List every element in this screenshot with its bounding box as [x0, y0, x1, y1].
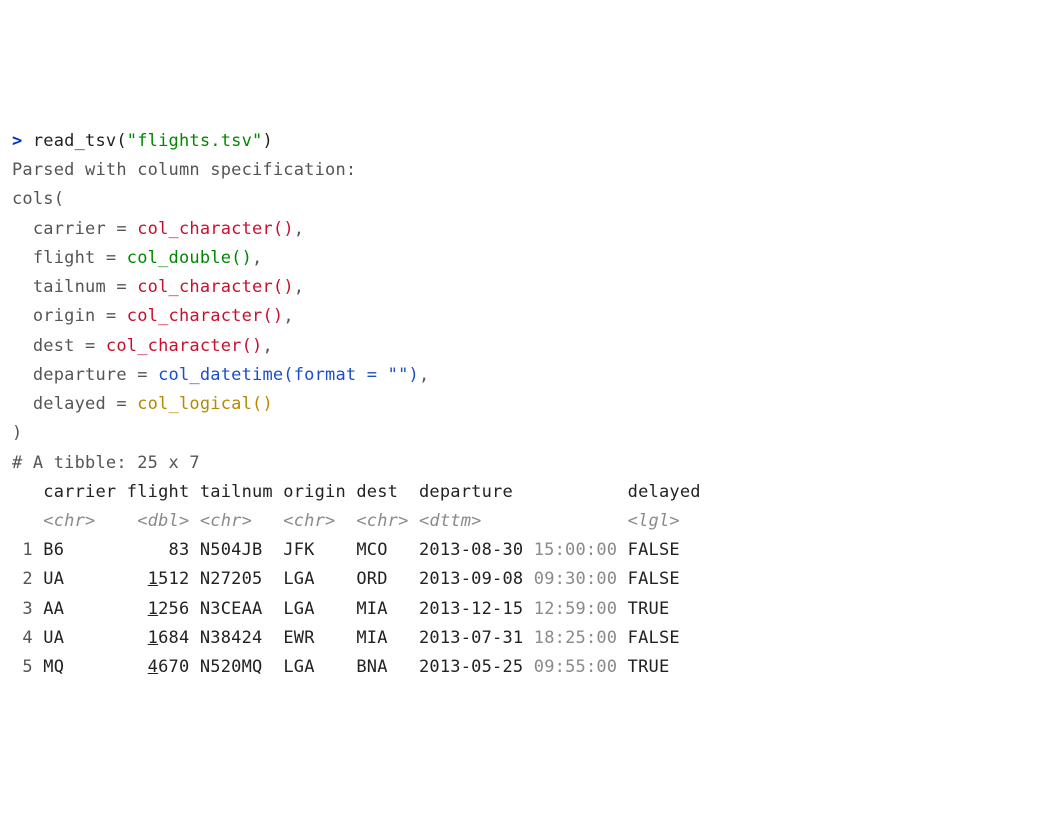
- r-console[interactable]: > read_tsv("flights.tsv") Parsed with co…: [12, 127, 1028, 682]
- tibble-header: # A tibble: 25 x 7: [12, 453, 200, 473]
- message-line: Parsed with column specification:: [12, 160, 356, 180]
- colspec-list: carrier = col_character(), flight = col_…: [12, 219, 429, 414]
- table-body: 1 B6 83 N504JB JFK MCO 2013-08-30 15:00:…: [12, 540, 680, 677]
- prompt-symbol: >: [12, 131, 22, 151]
- table-type-header: <chr> <dbl> <chr> <chr> <chr> <dttm> <lg…: [12, 511, 701, 531]
- command-fn: read_tsv: [33, 131, 116, 151]
- table-column-header: carrier flight tailnum origin dest depar…: [12, 482, 701, 502]
- cols-close: ): [12, 423, 22, 443]
- cols-open: cols(: [12, 189, 64, 209]
- command-arg: "flights.tsv": [127, 131, 263, 151]
